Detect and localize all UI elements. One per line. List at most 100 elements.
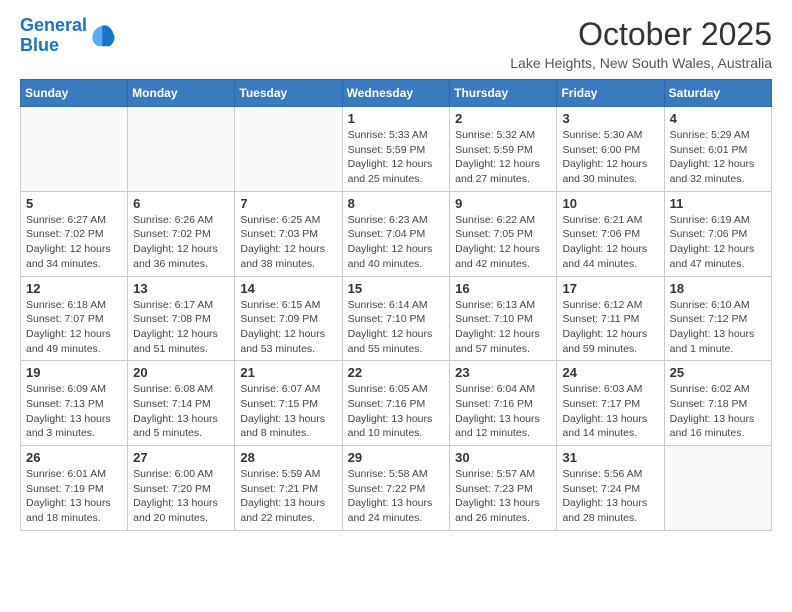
weekday-header-thursday: Thursday	[450, 80, 557, 107]
calendar-cell: 9 Sunrise: 6:22 AM Sunset: 7:05 PM Daylig…	[450, 191, 557, 276]
week-row-1: 1Sunrise: 5:33 AM Sunset: 5:59 PM Daylig…	[21, 107, 772, 192]
week-row-2: 5Sunrise: 6:27 AM Sunset: 7:02 PM Daylig…	[21, 191, 772, 276]
day-number: 29	[348, 450, 445, 465]
calendar-cell	[128, 107, 235, 192]
calendar-cell: 30 Sunrise: 5:57 AM Sunset: 7:23 PM Dayli…	[450, 446, 557, 531]
calendar-cell: 11 Sunrise: 6:19 AM Sunset: 7:06 PM Dayli…	[664, 191, 771, 276]
day-info: Sunrise: 6:03 AM Sunset: 7:17 PM Dayligh…	[562, 382, 658, 441]
day-info: Sunrise: 6:22 AM Sunset: 7:05 PM Dayligh…	[455, 213, 551, 272]
header: General Blue October 2025 Lake Heights, …	[20, 16, 772, 71]
calendar-cell: 16 Sunrise: 6:13 AM Sunset: 7:10 PM Dayli…	[450, 276, 557, 361]
day-number: 14	[240, 281, 336, 296]
calendar-cell: 8 Sunrise: 6:23 AM Sunset: 7:04 PM Daylig…	[342, 191, 450, 276]
day-number: 31	[562, 450, 658, 465]
day-info: Sunrise: 5:33 AM Sunset: 5:59 PM Dayligh…	[348, 128, 445, 187]
day-number: 28	[240, 450, 336, 465]
day-info: Sunrise: 6:19 AM Sunset: 7:06 PM Dayligh…	[670, 213, 766, 272]
day-info: Sunrise: 6:14 AM Sunset: 7:10 PM Dayligh…	[348, 298, 445, 357]
calendar-cell: 24Sunrise: 6:03 AM Sunset: 7:17 PM Dayli…	[557, 361, 664, 446]
logo-text: General Blue	[20, 16, 87, 56]
calendar-cell	[664, 446, 771, 531]
calendar-cell: 20 Sunrise: 6:08 AM Sunset: 7:14 PM Dayli…	[128, 361, 235, 446]
title-area: October 2025 Lake Heights, New South Wal…	[510, 16, 772, 71]
calendar-cell	[235, 107, 342, 192]
day-number: 4	[670, 111, 766, 126]
week-row-3: 12 Sunrise: 6:18 AM Sunset: 7:07 PM Dayli…	[21, 276, 772, 361]
day-info: Sunrise: 6:09 AM Sunset: 7:13 PM Dayligh…	[26, 382, 122, 441]
day-info: Sunrise: 6:05 AM Sunset: 7:16 PM Dayligh…	[348, 382, 445, 441]
day-number: 16	[455, 281, 551, 296]
day-info: Sunrise: 5:59 AM Sunset: 7:21 PM Dayligh…	[240, 467, 336, 526]
calendar-cell: 7 Sunrise: 6:25 AM Sunset: 7:03 PM Daylig…	[235, 191, 342, 276]
day-info: Sunrise: 6:07 AM Sunset: 7:15 PM Dayligh…	[240, 382, 336, 441]
week-row-4: 19Sunrise: 6:09 AM Sunset: 7:13 PM Dayli…	[21, 361, 772, 446]
weekday-header-monday: Monday	[128, 80, 235, 107]
day-info: Sunrise: 6:18 AM Sunset: 7:07 PM Dayligh…	[26, 298, 122, 357]
calendar-cell: 23 Sunrise: 6:04 AM Sunset: 7:16 PM Dayli…	[450, 361, 557, 446]
day-number: 25	[670, 365, 766, 380]
day-number: 12	[26, 281, 122, 296]
day-number: 30	[455, 450, 551, 465]
calendar-cell: 14Sunrise: 6:15 AM Sunset: 7:09 PM Dayli…	[235, 276, 342, 361]
day-number: 6	[133, 196, 229, 211]
day-number: 10	[562, 196, 658, 211]
day-info: Sunrise: 6:00 AM Sunset: 7:20 PM Dayligh…	[133, 467, 229, 526]
day-info: Sunrise: 6:13 AM Sunset: 7:10 PM Dayligh…	[455, 298, 551, 357]
calendar-cell: 15 Sunrise: 6:14 AM Sunset: 7:10 PM Dayli…	[342, 276, 450, 361]
day-number: 2	[455, 111, 551, 126]
day-number: 11	[670, 196, 766, 211]
day-number: 18	[670, 281, 766, 296]
day-number: 5	[26, 196, 122, 211]
day-info: Sunrise: 5:57 AM Sunset: 7:23 PM Dayligh…	[455, 467, 551, 526]
calendar-cell: 17Sunrise: 6:12 AM Sunset: 7:11 PM Dayli…	[557, 276, 664, 361]
day-info: Sunrise: 6:10 AM Sunset: 7:12 PM Dayligh…	[670, 298, 766, 357]
calendar-cell: 31 Sunrise: 5:56 AM Sunset: 7:24 PM Dayli…	[557, 446, 664, 531]
day-info: Sunrise: 5:56 AM Sunset: 7:24 PM Dayligh…	[562, 467, 658, 526]
calendar-cell: 26 Sunrise: 6:01 AM Sunset: 7:19 PM Dayli…	[21, 446, 128, 531]
day-number: 22	[348, 365, 445, 380]
day-number: 21	[240, 365, 336, 380]
weekday-header-friday: Friday	[557, 80, 664, 107]
day-number: 9	[455, 196, 551, 211]
day-info: Sunrise: 6:08 AM Sunset: 7:14 PM Dayligh…	[133, 382, 229, 441]
calendar-cell: 22 Sunrise: 6:05 AM Sunset: 7:16 PM Dayli…	[342, 361, 450, 446]
day-number: 15	[348, 281, 445, 296]
day-info: Sunrise: 6:04 AM Sunset: 7:16 PM Dayligh…	[455, 382, 551, 441]
calendar-cell: 29Sunrise: 5:58 AM Sunset: 7:22 PM Dayli…	[342, 446, 450, 531]
day-info: Sunrise: 6:02 AM Sunset: 7:18 PM Dayligh…	[670, 382, 766, 441]
calendar-cell: 4Sunrise: 5:29 AM Sunset: 6:01 PM Daylig…	[664, 107, 771, 192]
day-number: 13	[133, 281, 229, 296]
day-number: 20	[133, 365, 229, 380]
weekday-header-tuesday: Tuesday	[235, 80, 342, 107]
subtitle: Lake Heights, New South Wales, Australia	[510, 55, 772, 71]
day-number: 3	[562, 111, 658, 126]
logo-general: General	[20, 15, 87, 35]
logo: General Blue	[20, 16, 117, 56]
calendar-cell: 18 Sunrise: 6:10 AM Sunset: 7:12 PM Dayli…	[664, 276, 771, 361]
day-number: 27	[133, 450, 229, 465]
day-info: Sunrise: 6:26 AM Sunset: 7:02 PM Dayligh…	[133, 213, 229, 272]
day-number: 26	[26, 450, 122, 465]
day-info: Sunrise: 6:01 AM Sunset: 7:19 PM Dayligh…	[26, 467, 122, 526]
weekday-header-wednesday: Wednesday	[342, 80, 450, 107]
calendar-cell: 19Sunrise: 6:09 AM Sunset: 7:13 PM Dayli…	[21, 361, 128, 446]
day-info: Sunrise: 6:23 AM Sunset: 7:04 PM Dayligh…	[348, 213, 445, 272]
calendar-cell: 25 Sunrise: 6:02 AM Sunset: 7:18 PM Dayli…	[664, 361, 771, 446]
logo-blue: Blue	[20, 35, 59, 55]
calendar-cell: 13 Sunrise: 6:17 AM Sunset: 7:08 PM Dayli…	[128, 276, 235, 361]
day-number: 8	[348, 196, 445, 211]
calendar-cell: 3 Sunrise: 5:30 AM Sunset: 6:00 PM Daylig…	[557, 107, 664, 192]
day-info: Sunrise: 6:17 AM Sunset: 7:08 PM Dayligh…	[133, 298, 229, 357]
day-info: Sunrise: 5:30 AM Sunset: 6:00 PM Dayligh…	[562, 128, 658, 187]
day-number: 7	[240, 196, 336, 211]
week-row-5: 26 Sunrise: 6:01 AM Sunset: 7:19 PM Dayli…	[21, 446, 772, 531]
calendar-cell: 12 Sunrise: 6:18 AM Sunset: 7:07 PM Dayli…	[21, 276, 128, 361]
calendar-cell: 28 Sunrise: 5:59 AM Sunset: 7:21 PM Dayli…	[235, 446, 342, 531]
calendar-cell	[21, 107, 128, 192]
day-number: 23	[455, 365, 551, 380]
weekday-header-row: SundayMondayTuesdayWednesdayThursdayFrid…	[21, 80, 772, 107]
weekday-header-saturday: Saturday	[664, 80, 771, 107]
day-info: Sunrise: 6:25 AM Sunset: 7:03 PM Dayligh…	[240, 213, 336, 272]
logo-icon	[89, 22, 117, 50]
weekday-header-sunday: Sunday	[21, 80, 128, 107]
